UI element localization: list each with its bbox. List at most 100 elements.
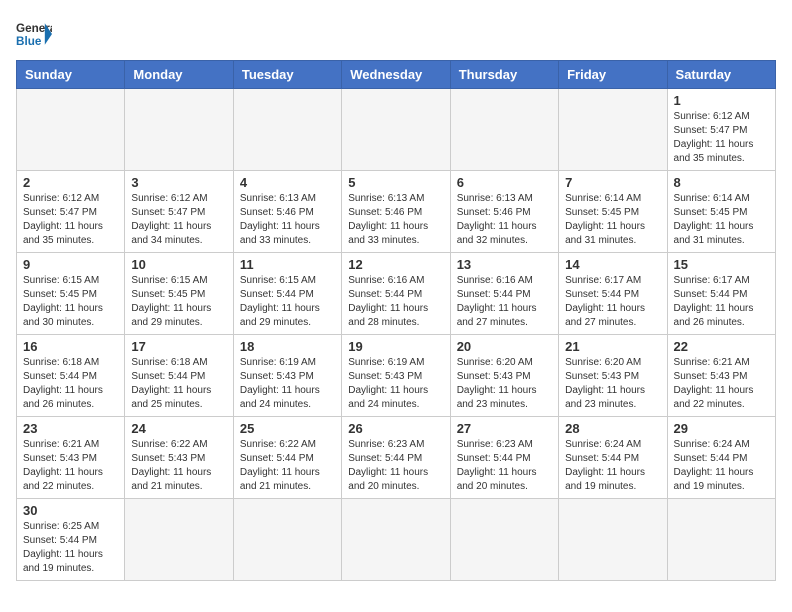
day-number: 22 xyxy=(674,339,769,354)
day-number: 7 xyxy=(565,175,660,190)
calendar-cell: 25 Sunrise: 6:22 AM Sunset: 5:44 PM Dayli… xyxy=(233,417,341,499)
day-number: 3 xyxy=(131,175,226,190)
day-number: 28 xyxy=(565,421,660,436)
calendar-cell xyxy=(667,499,775,581)
day-number: 11 xyxy=(240,257,335,272)
weekday-header-thursday: Thursday xyxy=(450,61,558,89)
day-info: Sunrise: 6:19 AM Sunset: 5:43 PM Dayligh… xyxy=(348,356,443,412)
day-info: Sunrise: 6:16 AM Sunset: 5:44 PM Dayligh… xyxy=(457,274,552,330)
calendar-cell xyxy=(342,499,450,581)
calendar-cell: 15 Sunrise: 6:17 AM Sunset: 5:44 PM Dayli… xyxy=(667,253,775,335)
calendar-cell: 1 Sunrise: 6:12 AM Sunset: 5:47 PM Daylig… xyxy=(667,89,775,171)
calendar-cell: 29 Sunrise: 6:24 AM Sunset: 5:44 PM Dayli… xyxy=(667,417,775,499)
day-number: 4 xyxy=(240,175,335,190)
day-number: 9 xyxy=(23,257,118,272)
calendar-cell xyxy=(233,89,341,171)
day-info: Sunrise: 6:21 AM Sunset: 5:43 PM Dayligh… xyxy=(674,356,769,412)
day-info: Sunrise: 6:12 AM Sunset: 5:47 PM Dayligh… xyxy=(674,110,769,166)
day-info: Sunrise: 6:17 AM Sunset: 5:44 PM Dayligh… xyxy=(565,274,660,330)
calendar-cell xyxy=(450,89,558,171)
day-info: Sunrise: 6:17 AM Sunset: 5:44 PM Dayligh… xyxy=(674,274,769,330)
day-number: 1 xyxy=(674,93,769,108)
calendar-week-row: 23 Sunrise: 6:21 AM Sunset: 5:43 PM Dayli… xyxy=(17,417,776,499)
calendar-cell: 3 Sunrise: 6:12 AM Sunset: 5:47 PM Daylig… xyxy=(125,171,233,253)
day-number: 16 xyxy=(23,339,118,354)
day-info: Sunrise: 6:15 AM Sunset: 5:44 PM Dayligh… xyxy=(240,274,335,330)
calendar-cell: 4 Sunrise: 6:13 AM Sunset: 5:46 PM Daylig… xyxy=(233,171,341,253)
calendar-cell: 17Sunrise: 6:18 AM Sunset: 5:44 PM Dayli… xyxy=(125,335,233,417)
calendar-cell xyxy=(450,499,558,581)
calendar-cell: 11 Sunrise: 6:15 AM Sunset: 5:44 PM Dayli… xyxy=(233,253,341,335)
day-number: 19 xyxy=(348,339,443,354)
day-number: 26 xyxy=(348,421,443,436)
calendar-header: SundayMondayTuesdayWednesdayThursdayFrid… xyxy=(17,61,776,89)
day-info: Sunrise: 6:20 AM Sunset: 5:43 PM Dayligh… xyxy=(565,356,660,412)
day-number: 12 xyxy=(348,257,443,272)
day-number: 30 xyxy=(23,503,118,518)
day-info: Sunrise: 6:25 AM Sunset: 5:44 PM Dayligh… xyxy=(23,520,118,576)
weekday-header-tuesday: Tuesday xyxy=(233,61,341,89)
day-info: Sunrise: 6:18 AM Sunset: 5:44 PM Dayligh… xyxy=(23,356,118,412)
calendar-cell: 30 Sunrise: 6:25 AM Sunset: 5:44 PM Dayli… xyxy=(17,499,125,581)
calendar-cell: 22 Sunrise: 6:21 AM Sunset: 5:43 PM Dayli… xyxy=(667,335,775,417)
calendar-body: 1 Sunrise: 6:12 AM Sunset: 5:47 PM Daylig… xyxy=(17,89,776,581)
calendar-cell: 21 Sunrise: 6:20 AM Sunset: 5:43 PM Dayli… xyxy=(559,335,667,417)
day-number: 8 xyxy=(674,175,769,190)
calendar-cell: 8 Sunrise: 6:14 AM Sunset: 5:45 PM Daylig… xyxy=(667,171,775,253)
day-info: Sunrise: 6:23 AM Sunset: 5:44 PM Dayligh… xyxy=(457,438,552,494)
weekday-header-saturday: Saturday xyxy=(667,61,775,89)
calendar-cell: 12 Sunrise: 6:16 AM Sunset: 5:44 PM Dayli… xyxy=(342,253,450,335)
header: General Blue xyxy=(16,16,776,52)
day-number: 21 xyxy=(565,339,660,354)
calendar-cell: 27 Sunrise: 6:23 AM Sunset: 5:44 PM Dayli… xyxy=(450,417,558,499)
day-info: Sunrise: 6:13 AM Sunset: 5:46 PM Dayligh… xyxy=(240,192,335,248)
weekday-header-monday: Monday xyxy=(125,61,233,89)
day-info: Sunrise: 6:13 AM Sunset: 5:46 PM Dayligh… xyxy=(348,192,443,248)
calendar-cell: 20Sunrise: 6:20 AM Sunset: 5:43 PM Dayli… xyxy=(450,335,558,417)
day-number: 27 xyxy=(457,421,552,436)
calendar-cell xyxy=(559,89,667,171)
calendar-cell: 13 Sunrise: 6:16 AM Sunset: 5:44 PM Dayli… xyxy=(450,253,558,335)
day-info: Sunrise: 6:23 AM Sunset: 5:44 PM Dayligh… xyxy=(348,438,443,494)
day-info: Sunrise: 6:21 AM Sunset: 5:43 PM Dayligh… xyxy=(23,438,118,494)
weekday-header-sunday: Sunday xyxy=(17,61,125,89)
calendar-table: SundayMondayTuesdayWednesdayThursdayFrid… xyxy=(16,60,776,581)
weekday-header-row: SundayMondayTuesdayWednesdayThursdayFrid… xyxy=(17,61,776,89)
calendar-week-row: 30 Sunrise: 6:25 AM Sunset: 5:44 PM Dayli… xyxy=(17,499,776,581)
calendar-cell: 2 Sunrise: 6:12 AM Sunset: 5:47 PM Daylig… xyxy=(17,171,125,253)
calendar-cell xyxy=(342,89,450,171)
day-number: 2 xyxy=(23,175,118,190)
calendar-cell: 18 Sunrise: 6:19 AM Sunset: 5:43 PM Dayli… xyxy=(233,335,341,417)
calendar-cell xyxy=(233,499,341,581)
calendar-cell: 24Sunrise: 6:22 AM Sunset: 5:43 PM Dayli… xyxy=(125,417,233,499)
day-number: 15 xyxy=(674,257,769,272)
day-number: 23 xyxy=(23,421,118,436)
day-number: 10 xyxy=(131,257,226,272)
calendar-cell: 26 Sunrise: 6:23 AM Sunset: 5:44 PM Dayli… xyxy=(342,417,450,499)
weekday-header-wednesday: Wednesday xyxy=(342,61,450,89)
day-info: Sunrise: 6:19 AM Sunset: 5:43 PM Dayligh… xyxy=(240,356,335,412)
day-number: 5 xyxy=(348,175,443,190)
calendar-cell: 9 Sunrise: 6:15 AM Sunset: 5:45 PM Daylig… xyxy=(17,253,125,335)
calendar-cell xyxy=(17,89,125,171)
day-number: 6 xyxy=(457,175,552,190)
calendar-cell: 14Sunrise: 6:17 AM Sunset: 5:44 PM Dayli… xyxy=(559,253,667,335)
calendar-cell xyxy=(559,499,667,581)
day-info: Sunrise: 6:22 AM Sunset: 5:44 PM Dayligh… xyxy=(240,438,335,494)
day-number: 13 xyxy=(457,257,552,272)
svg-text:Blue: Blue xyxy=(16,35,42,48)
day-number: 29 xyxy=(674,421,769,436)
day-info: Sunrise: 6:12 AM Sunset: 5:47 PM Dayligh… xyxy=(131,192,226,248)
day-number: 17 xyxy=(131,339,226,354)
day-info: Sunrise: 6:24 AM Sunset: 5:44 PM Dayligh… xyxy=(674,438,769,494)
day-number: 25 xyxy=(240,421,335,436)
day-info: Sunrise: 6:16 AM Sunset: 5:44 PM Dayligh… xyxy=(348,274,443,330)
day-info: Sunrise: 6:15 AM Sunset: 5:45 PM Dayligh… xyxy=(23,274,118,330)
calendar-cell: 16 Sunrise: 6:18 AM Sunset: 5:44 PM Dayli… xyxy=(17,335,125,417)
day-info: Sunrise: 6:12 AM Sunset: 5:47 PM Dayligh… xyxy=(23,192,118,248)
logo: General Blue xyxy=(16,16,52,52)
day-info: Sunrise: 6:14 AM Sunset: 5:45 PM Dayligh… xyxy=(674,192,769,248)
calendar-cell: 6Sunrise: 6:13 AM Sunset: 5:46 PM Daylig… xyxy=(450,171,558,253)
day-number: 18 xyxy=(240,339,335,354)
day-info: Sunrise: 6:15 AM Sunset: 5:45 PM Dayligh… xyxy=(131,274,226,330)
